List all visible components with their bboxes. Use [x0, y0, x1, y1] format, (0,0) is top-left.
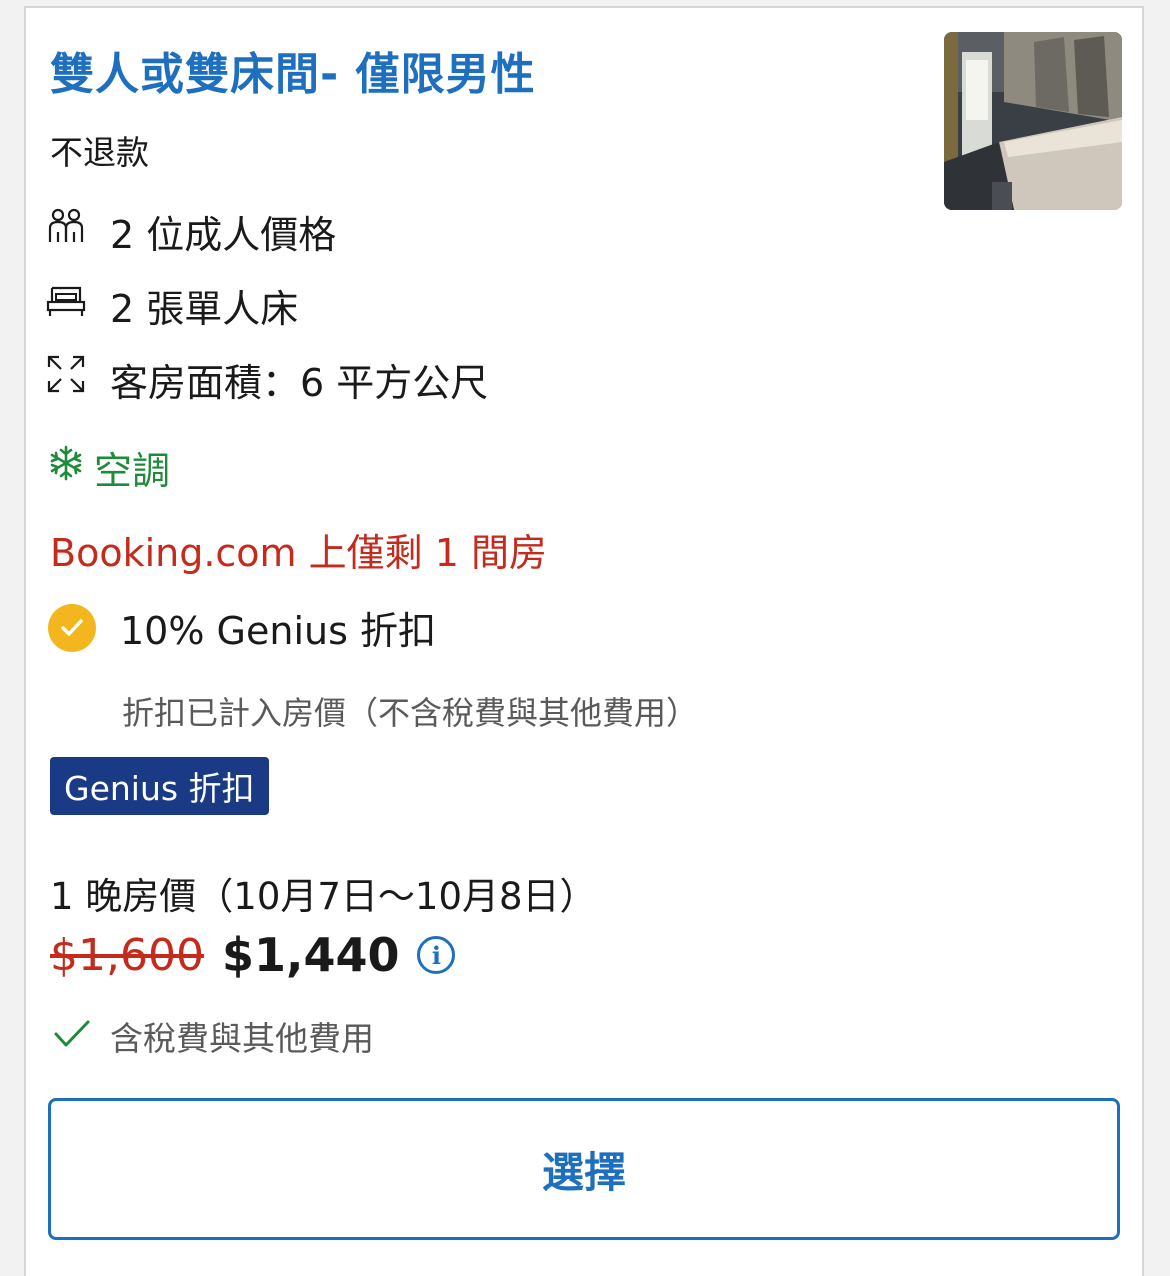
feature-beds: 2 張單人床 [110, 287, 299, 331]
scarcity-message: Booking.com 上僅剩 1 間房 [50, 531, 547, 575]
room-photo[interactable] [944, 32, 1122, 210]
genius-headline: 10% Genius 折扣 [120, 609, 436, 653]
price-row: $1,600 $1,440 i [50, 928, 456, 982]
tax-note: 含稅費與其他費用 [110, 1019, 374, 1058]
snowflake-icon [48, 445, 84, 490]
amenity-aircon: 空調 [48, 440, 170, 495]
room-photo-image [944, 32, 1122, 210]
check-circle-icon [48, 603, 96, 652]
genius-badge: Genius 折扣 [50, 757, 269, 815]
genius-discount-row: 10% Genius 折扣 [48, 600, 436, 655]
room-card: 雙人或雙床間- 僅限男性 不退款 2 位成人價格 2 張單人床 客房面積：6 平… [24, 6, 1144, 1276]
info-icon[interactable]: i [417, 936, 456, 974]
expand-icon [46, 354, 86, 394]
room-title[interactable]: 雙人或雙床間- 僅限男性 [50, 38, 536, 102]
select-button[interactable]: 選擇 [48, 1098, 1120, 1240]
genius-note: 折扣已計入房價（不含稅費與其他費用） [122, 694, 699, 732]
price-period-label: 1 晚房價（10月7日～10月8日） [50, 875, 597, 918]
refund-policy: 不退款 [50, 133, 149, 172]
amenity-label: 空調 [94, 449, 171, 493]
original-price: $1,600 [50, 929, 204, 981]
feature-size: 客房面積：6 平方公尺 [110, 361, 489, 405]
bed-icon [46, 280, 86, 320]
people-icon [46, 206, 86, 246]
tax-included-row: 含稅費與其他費用 [54, 1012, 374, 1060]
checkmark-icon [54, 1019, 90, 1053]
discounted-price: $1,440 [221, 928, 400, 982]
feature-occupancy: 2 位成人價格 [110, 213, 337, 257]
